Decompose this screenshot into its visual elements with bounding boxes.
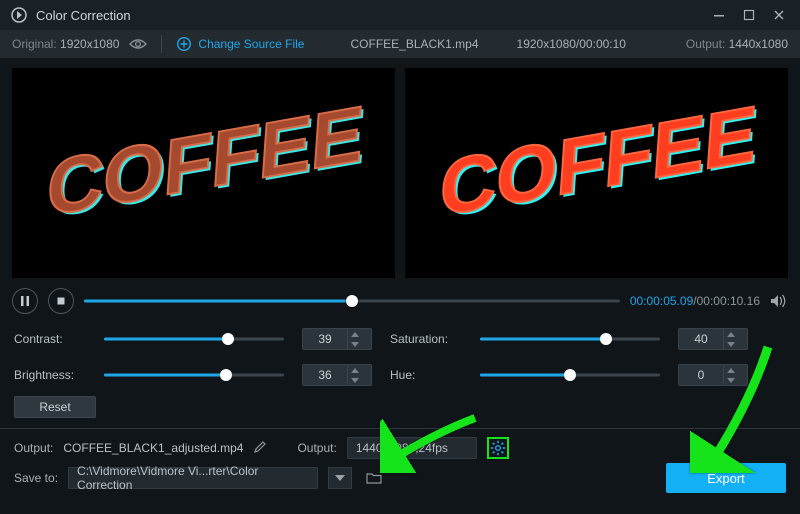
change-source-label: Change Source File [198,37,304,51]
preview-original: COFFEE COFFEE [12,68,395,278]
play-pause-button[interactable] [12,288,38,314]
save-to-label: Save to: [14,471,58,485]
preview-row: COFFEE COFFEE COFFEE COFFEE [0,58,800,282]
step-down-icon[interactable] [348,339,361,349]
export-button[interactable]: Export [666,463,786,493]
minimize-button[interactable] [704,0,734,30]
info-bar: Original: 1920x1080 Change Source File C… [0,30,800,58]
volume-icon[interactable] [770,294,788,308]
compare-eye-icon[interactable] [129,38,147,50]
save-path-field: C:\Vidmore\Vidmore Vi...rter\Color Corre… [68,467,318,489]
maximize-button[interactable] [734,0,764,30]
window-title: Color Correction [36,8,131,23]
titlebar: Color Correction [0,0,800,30]
gear-icon [490,440,506,456]
close-button[interactable] [764,0,794,30]
timeline-track[interactable] [84,290,620,312]
brightness-value[interactable]: 36 [302,364,372,386]
edit-filename-icon[interactable] [253,440,267,457]
output-res-label: Output: 1440x1080 [686,37,788,51]
output-format-label: Output: [297,441,336,455]
time-display: 00:00:05.09/00:00:10.16 [630,292,760,310]
save-path-dropdown[interactable] [328,467,352,489]
save-row: Save to: C:\Vidmore\Vidmore Vi...rter\Co… [0,463,800,493]
original-label: Original: 1920x1080 [12,37,119,51]
contrast-label: Contrast: [14,332,86,346]
hue-label: Hue: [390,368,462,382]
source-res-time: 1920x1080/00:00:10 [517,37,626,51]
brightness-label: Brightness: [14,368,86,382]
plus-circle-icon [176,36,192,52]
change-source-button[interactable]: Change Source File [176,36,304,52]
output-row: Output: COFFEE_BLACK1_adjusted.mp4 Outpu… [0,433,800,463]
output-format-field: 1440x1080;24fps [347,437,477,459]
saturation-label: Saturation: [390,332,462,346]
output-file-label: Output: [14,441,53,455]
reset-button[interactable]: Reset [14,396,96,418]
app-logo-icon [10,6,28,24]
timeline: 00:00:05.09/00:00:10.16 [0,282,800,322]
output-filename: COFFEE_BLACK1_adjusted.mp4 [63,441,243,455]
saturation-slider[interactable] [480,329,660,349]
hue-value[interactable]: 0 [678,364,748,386]
contrast-value[interactable]: 39 [302,328,372,350]
brightness-slider[interactable] [104,365,284,385]
output-settings-button[interactable] [487,437,509,459]
contrast-slider[interactable] [104,329,284,349]
open-folder-button[interactable] [362,467,386,489]
step-up-icon[interactable] [348,329,361,339]
saturation-value[interactable]: 40 [678,328,748,350]
preview-output: COFFEE COFFEE [405,68,788,278]
slider-grid: Contrast: 39 Saturation: 40 Brightness: … [0,322,800,392]
stop-button[interactable] [48,288,74,314]
hue-slider[interactable] [480,365,660,385]
source-filename: COFFEE_BLACK1.mp4 [350,37,478,51]
